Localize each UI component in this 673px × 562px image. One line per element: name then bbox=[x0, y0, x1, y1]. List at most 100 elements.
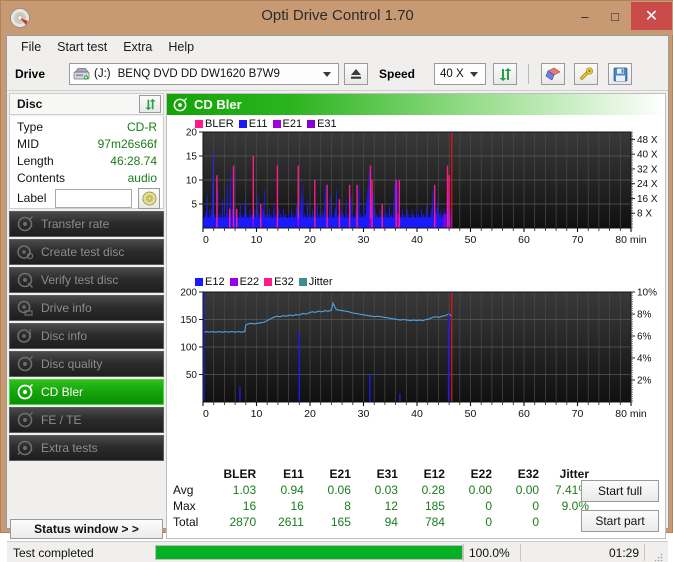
status-separator bbox=[644, 544, 645, 561]
toolbar: Drive (J:) BENQ DVD DD DW1620 B7W9 bbox=[7, 58, 668, 91]
bler-chart[interactable]: 51015208 X16 X24 X32 X40 X48 X0102030405… bbox=[167, 128, 665, 250]
disc-label-cd-button[interactable] bbox=[138, 188, 160, 209]
stats-row-label-max: Max bbox=[173, 498, 211, 514]
svg-text:10: 10 bbox=[186, 176, 198, 187]
stats-cell: 94 bbox=[355, 514, 402, 530]
stats-col-e21: E21 bbox=[308, 466, 355, 482]
svg-text:0: 0 bbox=[203, 234, 209, 246]
drive-icon bbox=[73, 67, 90, 81]
menu-start-test[interactable]: Start test bbox=[49, 38, 115, 56]
svg-text:10%: 10% bbox=[637, 288, 657, 299]
settings-button[interactable] bbox=[574, 63, 598, 85]
stats-row-label-total: Total bbox=[173, 514, 211, 530]
stats-cell: 12 bbox=[355, 498, 402, 514]
sidebar-label: CD Bler bbox=[41, 385, 83, 399]
svg-text:8%: 8% bbox=[637, 310, 652, 321]
start-full-button[interactable]: Start full bbox=[581, 480, 659, 502]
sidebar-item-disc-quality[interactable]: Disc quality bbox=[9, 351, 164, 377]
sidebar-item-transfer-rate[interactable]: Transfer rate bbox=[9, 211, 164, 237]
legend-swatch bbox=[195, 120, 203, 128]
resize-grip[interactable] bbox=[655, 553, 663, 561]
legend-swatch bbox=[273, 120, 281, 128]
stats-corner bbox=[173, 466, 211, 482]
minimize-button[interactable]: – bbox=[571, 2, 599, 30]
drive-select[interactable]: (J:) BENQ DVD DD DW1620 B7W9 bbox=[69, 63, 339, 85]
svg-text:150: 150 bbox=[180, 315, 197, 326]
disc-row-type: Type CD-R bbox=[10, 119, 163, 136]
sidebar-label: Drive info bbox=[41, 301, 92, 315]
stats-cell: 784 bbox=[402, 514, 449, 530]
menu-extra[interactable]: Extra bbox=[115, 38, 160, 56]
stats-col-bler: BLER bbox=[211, 466, 260, 482]
progress-bar-fill bbox=[156, 546, 462, 559]
disc-verify-icon bbox=[17, 272, 33, 288]
svg-text:10: 10 bbox=[251, 234, 263, 246]
disc-info-panel: Type CD-R MID 97m26s66f Length 46:28.74 … bbox=[9, 116, 164, 209]
legend-swatch bbox=[307, 120, 315, 128]
stats-cell: 0.06 bbox=[308, 482, 355, 498]
e12-jitter-chart[interactable]: 501001502002%4%6%8%10%01020304050607080 … bbox=[167, 286, 665, 426]
svg-text:8 X: 8 X bbox=[637, 209, 652, 220]
progress-percent: 100.0% bbox=[469, 546, 510, 560]
stats-row-label-avg: Avg bbox=[173, 482, 211, 498]
menu-help[interactable]: Help bbox=[160, 38, 202, 56]
close-button[interactable]: ✕ bbox=[631, 2, 672, 30]
disc-write-icon bbox=[17, 244, 33, 260]
status-bar: Test completed 100.0% 01:29 bbox=[7, 541, 668, 562]
sidebar-label: Disc info bbox=[41, 329, 87, 343]
refresh-arrows-icon bbox=[498, 67, 513, 82]
toolbar-separator bbox=[528, 64, 529, 84]
stats-cell: 1.03 bbox=[211, 482, 260, 498]
speed-value: 40 X bbox=[440, 68, 464, 80]
stats-cell: 8 bbox=[308, 498, 355, 514]
stats-cell: 2611 bbox=[260, 514, 308, 530]
speed-select[interactable]: 40 X bbox=[434, 63, 486, 85]
disc-extra-icon bbox=[17, 440, 33, 456]
disc-icon bbox=[17, 216, 33, 232]
legend-swatch bbox=[195, 278, 203, 286]
save-button[interactable] bbox=[608, 63, 632, 85]
disc-refresh-button[interactable] bbox=[139, 95, 161, 113]
elapsed-time: 01:29 bbox=[565, 546, 639, 560]
sidebar-item-disc-info[interactable]: Disc info bbox=[9, 323, 164, 349]
disc-panel-header: Disc bbox=[9, 93, 164, 115]
svg-text:32 X: 32 X bbox=[637, 164, 658, 175]
sidebar-item-verify-test-disc[interactable]: Verify test disc bbox=[9, 267, 164, 293]
erase-button[interactable] bbox=[541, 63, 565, 85]
svg-text:10: 10 bbox=[251, 408, 263, 420]
legend-swatch bbox=[299, 278, 307, 286]
sidebar-item-drive-info[interactable]: Drive info bbox=[9, 295, 164, 321]
progress-bar bbox=[155, 545, 463, 560]
maximize-button[interactable]: □ bbox=[601, 2, 629, 30]
main-panel-title: CD Bler bbox=[194, 97, 242, 112]
svg-text:70: 70 bbox=[572, 234, 584, 246]
disc-bler-icon bbox=[17, 384, 33, 400]
sidebar-item-create-test-disc[interactable]: Create test disc bbox=[9, 239, 164, 265]
stats-table: BLER E11 E21 E31 E12 E22 E32 Jitter Avg bbox=[173, 466, 593, 530]
status-window-button[interactable]: Status window > > bbox=[10, 519, 163, 539]
svg-text:24 X: 24 X bbox=[637, 179, 658, 190]
sidebar-item-extra-tests[interactable]: Extra tests bbox=[9, 435, 164, 461]
sidebar-label: Transfer rate bbox=[41, 217, 109, 231]
statistics-table: BLER E11 E21 E31 E12 E22 E32 Jitter Avg bbox=[173, 466, 593, 530]
menu-file[interactable]: File bbox=[13, 38, 49, 56]
disc-row-contents: Contents audio bbox=[10, 170, 163, 187]
svg-text:60: 60 bbox=[518, 234, 530, 246]
eject-button[interactable] bbox=[344, 63, 368, 85]
sidebar-item-cd-bler[interactable]: CD Bler bbox=[9, 379, 164, 405]
svg-text:70: 70 bbox=[572, 408, 584, 420]
stats-cell: 0.28 bbox=[402, 482, 449, 498]
refresh-button[interactable] bbox=[493, 63, 517, 85]
svg-text:60: 60 bbox=[518, 408, 530, 420]
disc-label-input[interactable] bbox=[55, 189, 132, 208]
stats-cell: 0 bbox=[449, 514, 496, 530]
stats-col-e32: E32 bbox=[496, 466, 543, 482]
status-separator bbox=[463, 544, 464, 561]
table-row: Avg 1.03 0.94 0.06 0.03 0.28 0.00 0.00 7… bbox=[173, 482, 593, 498]
chevron-down-icon bbox=[323, 72, 331, 77]
svg-text:50: 50 bbox=[465, 234, 477, 246]
sidebar-item-fe-te[interactable]: FE / TE bbox=[9, 407, 164, 433]
stats-cell: 16 bbox=[260, 498, 308, 514]
start-part-button[interactable]: Start part bbox=[581, 510, 659, 532]
stats-cell: 0.94 bbox=[260, 482, 308, 498]
